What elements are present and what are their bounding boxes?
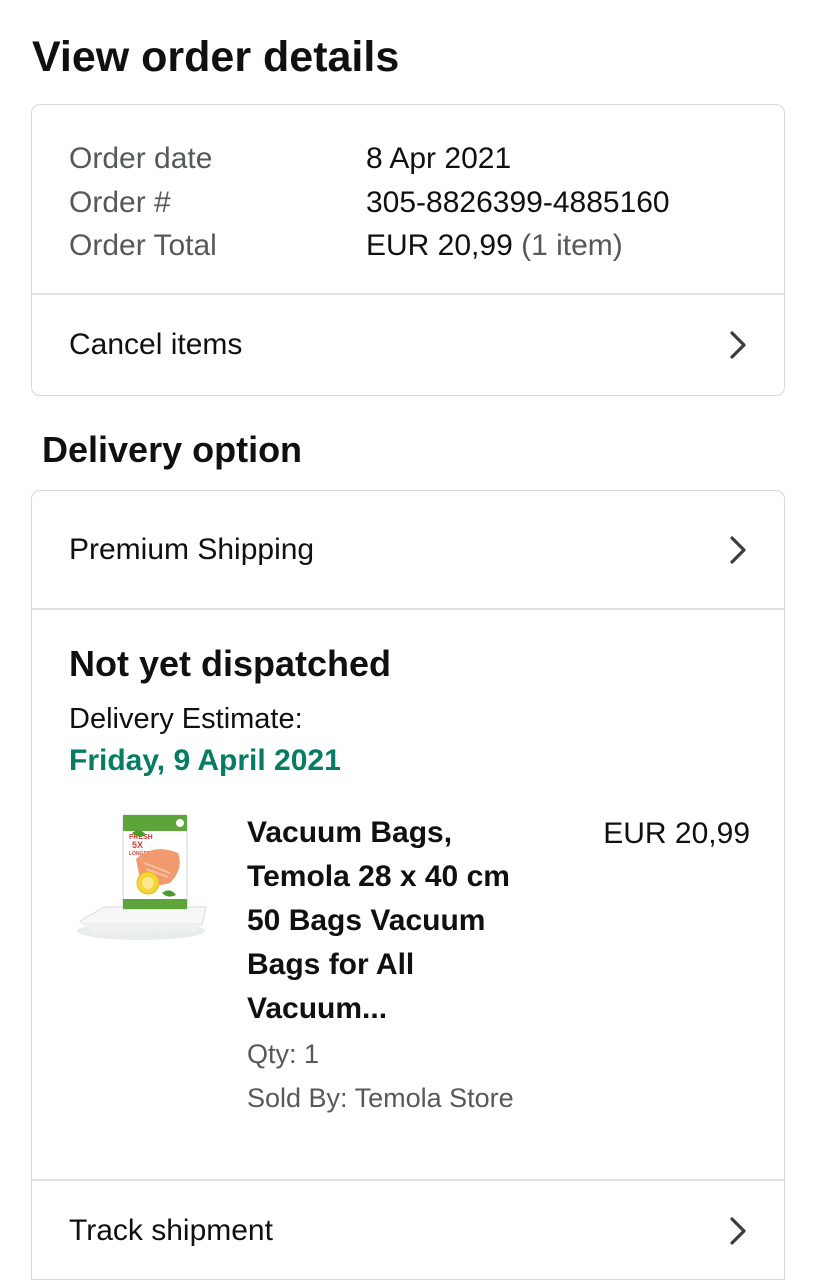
- page-title: View order details: [32, 33, 400, 81]
- order-date-value: 8 Apr 2021: [366, 142, 512, 175]
- product-image-text: 5X: [132, 840, 143, 850]
- track-shipment-button[interactable]: Track shipment: [32, 1180, 784, 1280]
- shipment-status: Not yet dispatched: [69, 643, 392, 684]
- order-number-row: Order # 305-8826399-4885160: [69, 181, 670, 225]
- delivery-card: Premium Shipping Not yet dispatched Deli…: [31, 490, 785, 1280]
- product-price: EUR 20,99: [603, 817, 750, 850]
- product-seller: Sold By: Temola Store: [247, 1083, 514, 1113]
- chevron-right-icon: [726, 534, 750, 566]
- cancel-items-button[interactable]: Cancel items: [32, 294, 784, 396]
- delivery-option-heading: Delivery option: [42, 429, 303, 470]
- track-shipment-label: Track shipment: [69, 1214, 273, 1247]
- order-number-label: Order #: [69, 185, 171, 219]
- order-item-count: (1 item): [521, 229, 623, 262]
- order-number-value: 305-8826399-4885160: [366, 185, 670, 219]
- cancel-items-label: Cancel items: [69, 328, 243, 361]
- order-total-amount: EUR 20,99: [366, 229, 513, 262]
- vacuum-bags-product-image[interactable]: FRESH 5X LONGER: [74, 813, 209, 945]
- chevron-right-icon: [726, 329, 750, 361]
- product-quantity: Qty: 1: [247, 1039, 320, 1069]
- delivery-estimate-label: Delivery Estimate:: [69, 703, 303, 735]
- order-total-row: Order Total EUR 20,99 (1 item): [69, 224, 670, 268]
- order-total-value: EUR 20,99 (1 item): [366, 224, 623, 268]
- chevron-right-icon: [726, 1215, 750, 1247]
- order-details-page: View order details Order date 8 Apr 2021…: [0, 0, 817, 1280]
- product-title-link[interactable]: Vacuum Bags, Temola 28 x 40 cm 50 Bags V…: [247, 811, 547, 1031]
- premium-shipping-button[interactable]: Premium Shipping: [32, 491, 784, 608]
- order-date-row: Order date 8 Apr 2021: [69, 137, 670, 181]
- delivery-estimate-date: Friday, 9 April 2021: [69, 744, 341, 777]
- divider: [32, 608, 784, 610]
- order-date-label: Order date: [69, 142, 213, 175]
- order-summary-grid: Order date 8 Apr 2021 Order # 305-882639…: [69, 137, 670, 268]
- order-total-label: Order Total: [69, 229, 217, 262]
- order-summary-card: Order date 8 Apr 2021 Order # 305-882639…: [31, 104, 785, 396]
- shipping-method-label: Premium Shipping: [69, 532, 315, 566]
